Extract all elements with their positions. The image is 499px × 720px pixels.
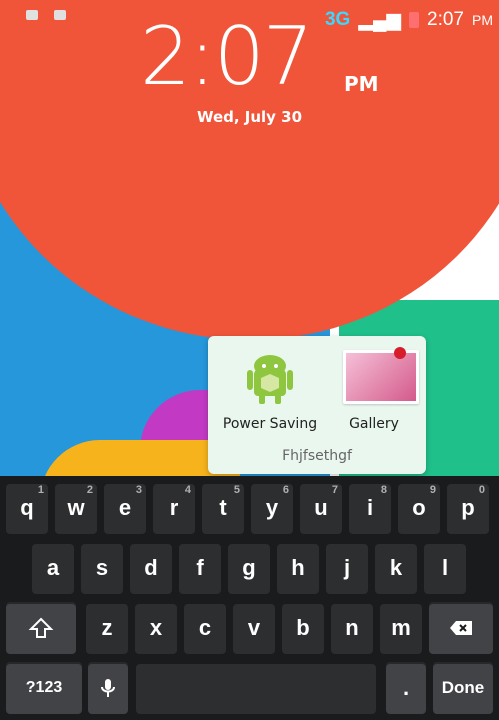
key-label: w xyxy=(67,495,85,520)
key-r[interactable]: r 4 xyxy=(153,482,195,534)
key-m[interactable]: m xyxy=(380,602,422,654)
clock-date: Wed, July 30 xyxy=(196,108,303,126)
clock-time: 2:07 xyxy=(140,10,314,103)
key-x[interactable]: x xyxy=(135,602,177,654)
status-time: 2:07 xyxy=(427,9,464,30)
gallery-icon xyxy=(343,347,419,406)
key-label: y xyxy=(265,495,279,520)
key-number-hint: 7 xyxy=(331,484,338,496)
battery-icon xyxy=(409,12,420,28)
key-label: r xyxy=(169,495,179,520)
backspace-icon xyxy=(450,621,472,635)
key-t[interactable]: t 5 xyxy=(202,482,244,534)
key-u[interactable]: u 7 xyxy=(300,482,342,534)
app-label-power-saving: Power Saving xyxy=(222,416,318,432)
key-number-hint: 6 xyxy=(282,484,289,496)
backspace-key[interactable] xyxy=(429,602,493,654)
key-number-hint: 9 xyxy=(429,484,436,496)
app-gallery[interactable]: Gallery xyxy=(320,347,428,436)
key-a[interactable]: a xyxy=(32,542,74,594)
app-label-gallery: Gallery xyxy=(349,416,399,432)
pin-icon xyxy=(394,347,406,359)
key-h[interactable]: h xyxy=(277,542,319,594)
key-s[interactable]: s xyxy=(81,542,123,594)
key-label: q xyxy=(20,495,34,520)
key-label: u xyxy=(314,495,328,520)
key-number-hint: 5 xyxy=(233,484,240,496)
space-key[interactable] xyxy=(136,662,376,714)
key-j[interactable]: j xyxy=(326,542,368,594)
key-label: e xyxy=(118,495,132,520)
key-v[interactable]: v xyxy=(233,602,275,654)
key-number-hint: 3 xyxy=(135,484,142,496)
key-e[interactable]: e 3 xyxy=(104,482,146,534)
clock-ampm: PM xyxy=(344,72,379,96)
key-b[interactable]: b xyxy=(282,602,324,654)
key-y[interactable]: y 6 xyxy=(251,482,293,534)
folder-name[interactable]: Fhjfsethgf xyxy=(208,448,426,464)
key-p[interactable]: p 0 xyxy=(447,482,489,534)
key-w[interactable]: w 2 xyxy=(55,482,97,534)
key-z[interactable]: z xyxy=(86,602,128,654)
app-folder: Power Saving Gallery Fhjfsethgf xyxy=(208,336,426,474)
clock-widget[interactable]: 2:07 PM xyxy=(140,10,379,103)
key-label: o xyxy=(412,495,426,520)
key-number-hint: 4 xyxy=(184,484,191,496)
key-k[interactable]: k xyxy=(375,542,417,594)
done-key[interactable]: Done xyxy=(433,662,493,714)
key-number-hint: 1 xyxy=(37,484,44,496)
key-label: p xyxy=(461,495,475,520)
key-n[interactable]: n xyxy=(331,602,373,654)
microphone-icon xyxy=(101,679,115,697)
key-number-hint: 0 xyxy=(478,484,485,496)
app-power-saving[interactable]: Power Saving xyxy=(216,350,324,436)
android-icon xyxy=(239,350,301,406)
key-label: i xyxy=(366,495,374,520)
key-number-hint: 8 xyxy=(380,484,387,496)
shift-key[interactable] xyxy=(6,602,76,654)
key-o[interactable]: o 9 xyxy=(398,482,440,534)
key-i[interactable]: i 8 xyxy=(349,482,391,534)
key-g[interactable]: g xyxy=(228,542,270,594)
lock-icon xyxy=(54,10,66,20)
key-l[interactable]: l xyxy=(424,542,466,594)
symbols-key[interactable]: ?123 xyxy=(6,662,82,714)
status-ampm: PM xyxy=(472,12,493,28)
key-c[interactable]: c xyxy=(184,602,226,654)
voice-input-key[interactable] xyxy=(88,662,128,714)
key-d[interactable]: d xyxy=(130,542,172,594)
key-label: t xyxy=(219,495,227,520)
key-number-hint: 2 xyxy=(86,484,93,496)
key-q[interactable]: q 1 xyxy=(6,482,48,534)
period-key[interactable]: . xyxy=(386,662,426,714)
soft-keyboard: q 1 w 2 e 3 r 4 t 5 y 6 u 7 i 8 o 9 p 0 … xyxy=(0,476,499,720)
image-notification-icon xyxy=(26,10,38,20)
signal-icon: ▂▄▆ xyxy=(358,9,402,31)
key-f[interactable]: f xyxy=(179,542,221,594)
shift-icon xyxy=(28,617,54,638)
